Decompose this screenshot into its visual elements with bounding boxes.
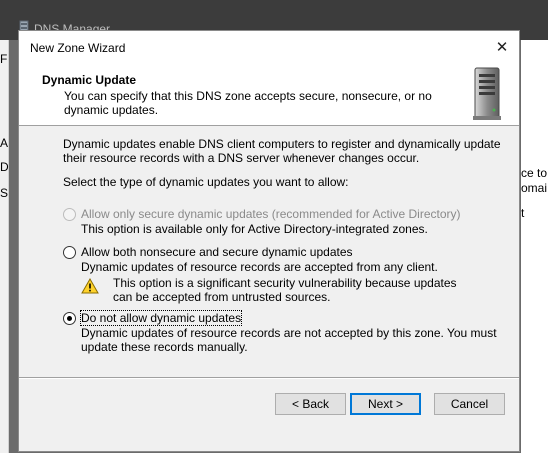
no-dynamic-updates-radio[interactable] xyxy=(63,312,76,325)
background-fragment: A xyxy=(0,136,9,150)
prompt-text: Select the type of dynamic updates you w… xyxy=(63,175,349,189)
background-fragment: D xyxy=(0,160,9,174)
nonsecure-and-secure-radio[interactable] xyxy=(63,246,76,259)
background-text-fragment: ce to xyxy=(521,166,548,180)
no-dynamic-updates-description: Dynamic updates of resource records are … xyxy=(81,326,497,354)
secure-only-radio xyxy=(63,208,76,221)
back-button[interactable]: < Back xyxy=(275,393,346,415)
dialog-titlebar[interactable]: New Zone Wizard ✕ xyxy=(19,31,519,63)
cancel-button[interactable]: Cancel xyxy=(434,393,505,415)
new-zone-wizard-dialog: New Zone Wizard ✕ Dynamic Update You can… xyxy=(18,30,520,452)
background-details-pane: ce to omai t xyxy=(521,40,548,453)
close-icon: ✕ xyxy=(495,39,509,56)
background-text-fragment: omai xyxy=(521,181,548,195)
secure-only-label: Allow only secure dynamic updates (recom… xyxy=(81,207,461,221)
close-button[interactable]: ✕ xyxy=(485,31,519,63)
page-subtitle: You can specify that this DNS zone accep… xyxy=(64,89,432,117)
wizard-content: Dynamic updates enable DNS client comput… xyxy=(19,126,519,376)
page-title: Dynamic Update xyxy=(42,73,137,87)
background-fragment: S xyxy=(0,186,9,200)
server-icon xyxy=(473,67,501,120)
background-fragment: F xyxy=(0,52,8,66)
background-text-fragment: t xyxy=(521,206,525,220)
dialog-title: New Zone Wizard xyxy=(30,41,126,55)
wizard-header: Dynamic Update You can specify that this… xyxy=(19,63,519,126)
background-tree-pane: F A D S xyxy=(0,40,9,453)
warning-icon xyxy=(81,278,99,294)
no-dynamic-updates-label[interactable]: Do not allow dynamic updates xyxy=(79,310,243,326)
security-warning-text: This option is a significant security vu… xyxy=(113,276,457,304)
nonsecure-and-secure-description: Dynamic updates of resource records are … xyxy=(81,260,438,274)
button-separator xyxy=(19,377,519,379)
next-button[interactable]: Next > xyxy=(350,393,421,415)
secure-only-description: This option is available only for Active… xyxy=(81,222,428,236)
intro-text: Dynamic updates enable DNS client comput… xyxy=(63,137,501,165)
nonsecure-and-secure-label[interactable]: Allow both nonsecure and secure dynamic … xyxy=(81,245,501,259)
